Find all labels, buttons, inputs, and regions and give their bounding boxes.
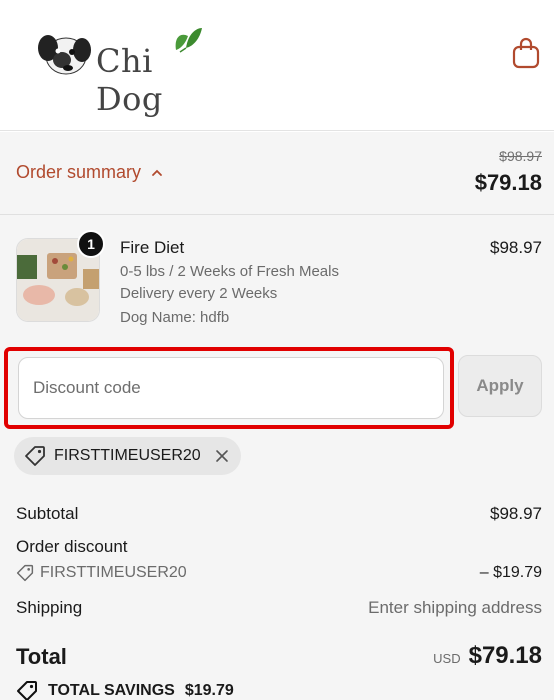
delivery-frequency: Delivery every 2 Weeks <box>120 285 278 302</box>
total-label: Total <box>16 644 67 669</box>
chevron-up-icon <box>152 169 162 176</box>
order-summary-label: Order summary <box>16 162 142 182</box>
shipping-value: Enter shipping address <box>368 598 542 617</box>
quantity-badge: 1 <box>77 230 105 258</box>
total-savings: TOTAL SAVINGS $19.79 <box>16 680 234 700</box>
product-price: $98.97 <box>490 238 542 257</box>
discount-value: – $19.79 <box>479 564 542 581</box>
tag-icon <box>17 681 37 700</box>
savings-label: TOTAL SAVINGS <box>48 682 175 699</box>
order-summary-toggle[interactable]: Order summary <box>16 162 163 183</box>
discount-code-row: FIRSTTIMEUSER20 – $19.79 <box>16 564 542 582</box>
product-name: Fire Diet <box>120 238 185 257</box>
product-variant: 0-5 lbs / 2 Weeks of Fresh Meals <box>120 263 339 280</box>
shipping-row: Shipping Enter shipping address <box>16 598 542 618</box>
checkout-main: Order summary $98.97 $79.18 1 Fire Diet <box>0 132 554 700</box>
original-price: $98.97 <box>499 148 542 164</box>
brand-logo[interactable]: Chi Dog <box>36 24 226 118</box>
cart-button[interactable] <box>510 36 542 70</box>
order-summary-bar: Order summary $98.97 $79.18 <box>0 132 554 215</box>
close-icon[interactable] <box>215 449 229 463</box>
discount-code-label: FIRSTTIMEUSER20 <box>40 564 187 581</box>
discount-highlight <box>4 347 454 429</box>
total-value: $79.18 <box>468 642 542 669</box>
applied-discount-code: FIRSTTIMEUSER20 <box>54 447 201 464</box>
tag-icon <box>16 564 34 582</box>
total-amount: USD $79.18 <box>433 642 542 670</box>
leaf-icon <box>175 28 202 53</box>
savings-value: $19.79 <box>184 682 234 699</box>
applied-discount-chip: FIRSTTIMEUSER20 <box>14 437 241 475</box>
subtotal-label: Subtotal <box>16 504 79 523</box>
line-item: 1 Fire Diet 0-5 lbs / 2 Weeks of Fresh M… <box>16 230 542 336</box>
subtotal-value: $98.97 <box>490 504 542 523</box>
dog-logo-icon <box>38 35 91 75</box>
subtotal-row: Subtotal $98.97 <box>16 504 542 524</box>
discount-code-input[interactable] <box>18 357 444 419</box>
dog-name: Dog Name: hdfb <box>120 309 230 326</box>
total-row: Total USD $79.18 <box>16 642 542 676</box>
shopping-bag-icon <box>512 37 540 69</box>
order-discount-row: Order discount <box>16 537 542 557</box>
apply-button[interactable]: Apply <box>458 355 542 417</box>
brand-name: Chi Dog <box>96 42 163 118</box>
tag-icon <box>25 446 45 466</box>
shipping-label: Shipping <box>16 598 83 617</box>
header: Chi Dog <box>0 0 554 131</box>
order-discount-label: Order discount <box>16 537 128 556</box>
summary-price: $79.18 <box>474 170 542 195</box>
currency-code: USD <box>433 651 461 666</box>
